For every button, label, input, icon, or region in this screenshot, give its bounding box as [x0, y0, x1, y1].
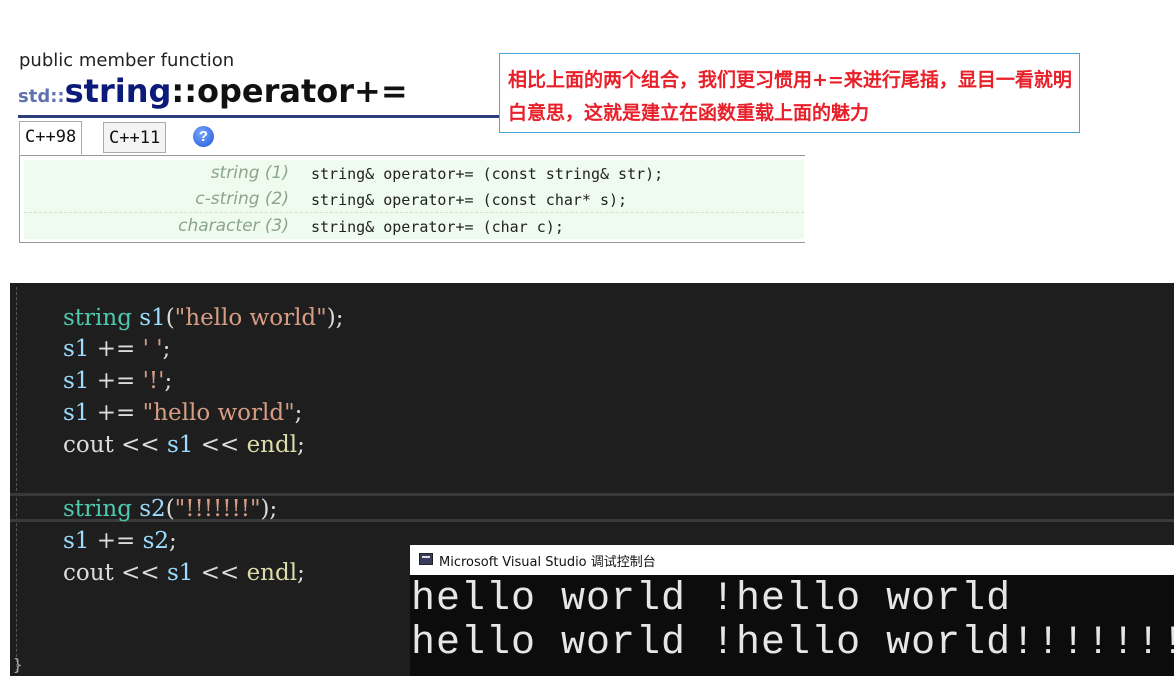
code-line[interactable]: s1 += "hello world";	[63, 400, 302, 426]
annotation-box: 相比上面的两个组合，我们更习惯用+=来进行尾插，显目一看就明白意思，这就是建立在…	[499, 53, 1080, 133]
title-divider	[18, 115, 508, 118]
code-token: s1	[63, 400, 90, 426]
code-token: (	[165, 496, 175, 522]
signature-row: c-string (2) string& operator+= (const c…	[24, 186, 804, 213]
help-icon[interactable]: ?	[193, 126, 214, 147]
code-token: ;	[294, 400, 303, 426]
code-token: <<	[193, 432, 247, 458]
console-titlebar[interactable]: Microsoft Visual Studio 调试控制台	[410, 545, 1174, 575]
code-line[interactable]: s1 += '!';	[63, 368, 172, 394]
code-line[interactable]: string s2("!!!!!!!");	[63, 496, 277, 522]
console-output-line: hello world !hello world!!!!!!!	[411, 621, 1174, 666]
code-token: ' '	[142, 336, 163, 362]
code-token: s1	[166, 432, 194, 458]
title-operator: ::operator+=	[171, 72, 408, 110]
code-token: ;	[169, 528, 177, 554]
code-token: string	[63, 496, 132, 522]
console-app-icon	[419, 553, 433, 565]
debug-console-window[interactable]: Microsoft Visual Studio 调试控制台 hello worl…	[410, 545, 1174, 676]
console-title: Microsoft Visual Studio 调试控制台	[439, 555, 656, 570]
signature-row: character (3) string& operator+= (char c…	[24, 213, 804, 239]
signature-code: string& operator+= (const string& str);	[311, 165, 664, 183]
code-token: ;	[297, 560, 305, 586]
code-token: ;	[162, 336, 171, 362]
closing-brace: }	[13, 655, 23, 674]
code-token: endl	[246, 432, 298, 458]
code-token: s1	[166, 560, 194, 586]
console-output-line: hello world !hello world	[411, 577, 1012, 622]
signature-row: string (1) string& operator+= (const str…	[24, 160, 804, 187]
signature-label[interactable]: character (3)	[178, 216, 289, 236]
code-token: s1	[63, 368, 90, 394]
tab-cpp11[interactable]: C++11	[103, 122, 167, 153]
doc-kicker: public member function	[19, 50, 235, 71]
code-token: "hello world"	[174, 305, 327, 331]
code-token: <<	[193, 560, 247, 586]
code-token: s2	[142, 528, 170, 554]
code-token: endl	[246, 560, 298, 586]
tab-cpp98[interactable]: C++98	[19, 121, 83, 155]
signature-code: string& operator+= (const char* s);	[311, 191, 628, 209]
code-token: s2	[139, 496, 166, 522]
doc-title: std::string::operator+=	[18, 72, 408, 110]
code-token: +=	[89, 368, 143, 394]
title-namespace: std::	[18, 86, 65, 107]
title-class[interactable]: string	[65, 72, 172, 110]
code-token: ;	[164, 368, 173, 394]
code-line[interactable]: cout << s1 << endl;	[63, 560, 305, 586]
code-token: '!'	[142, 368, 165, 394]
signature-code: string& operator+= (char c);	[311, 218, 564, 236]
code-token: +=	[89, 336, 143, 362]
code-token: cout <<	[63, 560, 167, 586]
code-line[interactable]: string s1("hello world");	[63, 305, 343, 331]
code-token: s1	[63, 336, 90, 362]
code-token: s1	[139, 305, 166, 331]
signature-label[interactable]: c-string (2)	[195, 189, 289, 209]
signature-table: string (1) string& operator+= (const str…	[19, 155, 805, 243]
code-token: (	[165, 305, 175, 331]
code-line[interactable]: s1 += s2;	[63, 528, 177, 554]
indent-guide	[16, 287, 17, 672]
code-line[interactable]: s1 += ' ';	[63, 336, 170, 362]
code-token: +=	[89, 400, 143, 426]
code-token: cout <<	[63, 432, 167, 458]
code-token: );	[260, 496, 278, 522]
code-token: "hello world"	[142, 400, 295, 426]
signature-label[interactable]: string (1)	[211, 163, 289, 183]
code-token: "!!!!!!!"	[174, 496, 261, 522]
code-line[interactable]: cout << s1 << endl;	[63, 432, 305, 458]
code-token: s1	[63, 528, 90, 554]
annotation-text: 相比上面的两个组合，我们更习惯用+=来进行尾插，显目一看就明白意思，这就是建立在…	[508, 69, 1072, 124]
code-token: string	[63, 305, 132, 331]
code-token: +=	[89, 528, 143, 554]
code-token: );	[326, 305, 344, 331]
code-token: ;	[297, 432, 305, 458]
